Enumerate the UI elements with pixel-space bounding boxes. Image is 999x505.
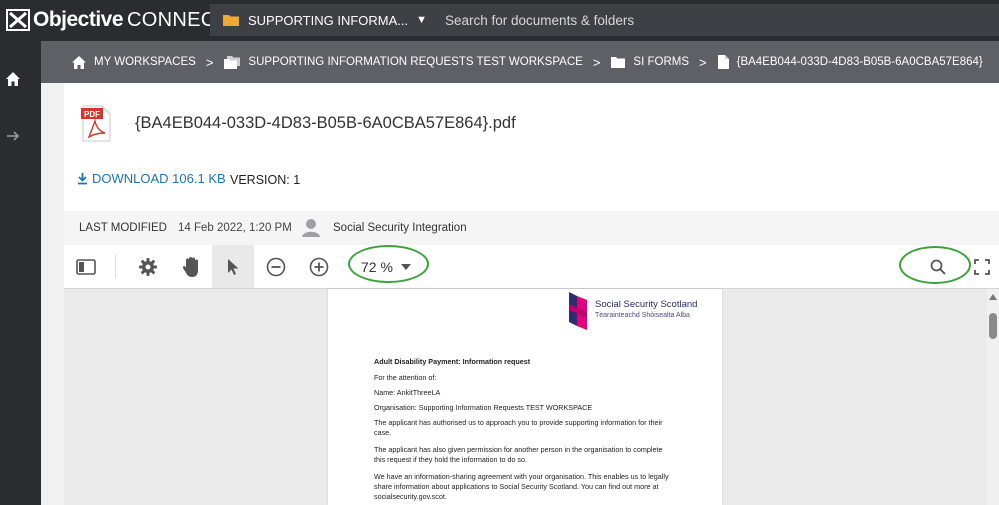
- zoom-in-icon: [309, 257, 329, 276]
- cursor-arrow-icon: [228, 258, 239, 275]
- modified-by: Social Security Integration: [333, 222, 467, 234]
- viewer-toolbar: 72 %: [64, 245, 999, 289]
- toggle-sidebar-button[interactable]: [72, 245, 100, 288]
- breadcrumb-separator: >: [205, 54, 214, 70]
- objective-logo-icon: [6, 9, 30, 31]
- logo-text-strong: Objective: [33, 8, 124, 31]
- expand-sidebar-button[interactable]: [5, 128, 21, 144]
- home-icon: [6, 72, 20, 86]
- pdf-file-icon: PDF: [80, 104, 112, 142]
- document-heading: Adult Disability Payment: Information re…: [374, 357, 531, 366]
- hand-icon: [182, 256, 198, 277]
- workspace-selector-label: SUPPORTING INFORMA...: [248, 12, 409, 28]
- breadcrumb-label: SUPPORTING INFORMATION REQUESTS TEST WOR…: [248, 56, 583, 68]
- breadcrumb-item-si-forms[interactable]: SI FORMS: [610, 56, 689, 69]
- folder-icon: [611, 56, 626, 68]
- breadcrumb-item-current-file: {BA4EB044-033D-4D83-B05B-6A0CBA57E864}: [717, 54, 983, 70]
- document-line: The applicant has authorised us to appro…: [374, 418, 663, 427]
- document-line: share information about applications to …: [374, 482, 659, 491]
- version-label: VERSION: 1: [230, 173, 301, 187]
- select-tool-button[interactable]: [212, 245, 254, 288]
- breadcrumb-label: SI FORMS: [633, 56, 690, 68]
- document-line: Name: AnkitThreeLA: [374, 388, 441, 397]
- brand-gaelic: Tèarainteachd Shòisealta Alba: [595, 312, 690, 319]
- fullscreen-button[interactable]: [969, 245, 995, 288]
- breadcrumb-label: MY WORKSPACES: [94, 56, 196, 68]
- breadcrumb-separator: >: [592, 54, 601, 70]
- annotation-ellipse-zoom: [348, 245, 429, 283]
- zoom-out-button[interactable]: [264, 245, 288, 288]
- meta-bar: LAST MODIFIED 14 Feb 2022, 1:20 PM Socia…: [64, 211, 999, 246]
- search-input[interactable]: [443, 11, 847, 29]
- last-modified-value: 14 Feb 2022, 1:20 PM: [178, 222, 292, 234]
- arrow-right-icon: [7, 131, 20, 141]
- pdf-badge-text: PDF: [84, 110, 100, 119]
- document-line: Organisation: Supporting Information Req…: [374, 403, 593, 412]
- fullscreen-icon: [974, 258, 990, 275]
- breadcrumb-label: {BA4EB044-033D-4D83-B05B-6A0CBA57E864}: [736, 56, 983, 68]
- viewer-scrollbar-thumb[interactable]: [989, 313, 997, 339]
- download-button[interactable]: DOWNLOAD 106.1 KB: [77, 171, 226, 186]
- app-logo[interactable]: Objective CONNECT: [6, 7, 228, 33]
- workspace-selector[interactable]: SUPPORTING INFORMA... ▼: [210, 4, 430, 36]
- workspace-folder-icon: [224, 55, 241, 69]
- document-page: Social Security Scotland Tèarainteachd S…: [328, 289, 722, 505]
- file-icon: [717, 55, 729, 69]
- scroll-up-icon[interactable]: [989, 294, 997, 300]
- document-line: The applicant has also given permission …: [374, 445, 663, 454]
- zoom-in-button[interactable]: [307, 245, 331, 288]
- document-line: For the attention of:: [374, 373, 437, 382]
- document-line: socialsecurity.gov.scot.: [374, 492, 447, 501]
- chevron-down-icon: ▼: [416, 14, 427, 26]
- gear-icon: [139, 257, 157, 276]
- home-nav-button[interactable]: [5, 71, 21, 87]
- file-header: [64, 83, 999, 211]
- pan-tool-button[interactable]: [178, 245, 204, 288]
- zoom-out-icon: [266, 257, 286, 276]
- annotation-ellipse-search: [899, 246, 971, 284]
- avatar: [301, 217, 321, 237]
- left-rail: [0, 41, 41, 505]
- home-icon: [72, 55, 86, 69]
- social-security-scotland-logo-icon: [569, 292, 587, 330]
- breadcrumb-item-my-workspaces[interactable]: MY WORKSPACES: [71, 55, 196, 70]
- user-icon: [302, 219, 320, 237]
- breadcrumb: MY WORKSPACES > SUPPORTING INFORMATION R…: [41, 41, 999, 83]
- settings-button[interactable]: [136, 245, 160, 288]
- sidebar-panel-icon: [76, 258, 96, 275]
- toolbar-divider: [115, 255, 116, 278]
- brand-name: Social Security Scotland: [595, 299, 698, 310]
- document-line: We have an information-sharing agreement…: [374, 472, 669, 481]
- document-line: case.: [374, 428, 392, 437]
- file-title: {BA4EB044-033D-4D83-B05B-6A0CBA57E864}.p…: [135, 114, 516, 132]
- breadcrumb-item-workspace[interactable]: SUPPORTING INFORMATION REQUESTS TEST WOR…: [223, 55, 583, 70]
- breadcrumb-separator: >: [699, 54, 707, 70]
- folder-icon: [223, 15, 239, 26]
- download-label: DOWNLOAD 106.1 KB: [92, 171, 226, 186]
- document-line: this request if they hold the informatio…: [374, 455, 528, 464]
- last-modified-label: LAST MODIFIED: [79, 222, 167, 234]
- global-search[interactable]: [430, 4, 999, 36]
- download-icon: [78, 173, 87, 185]
